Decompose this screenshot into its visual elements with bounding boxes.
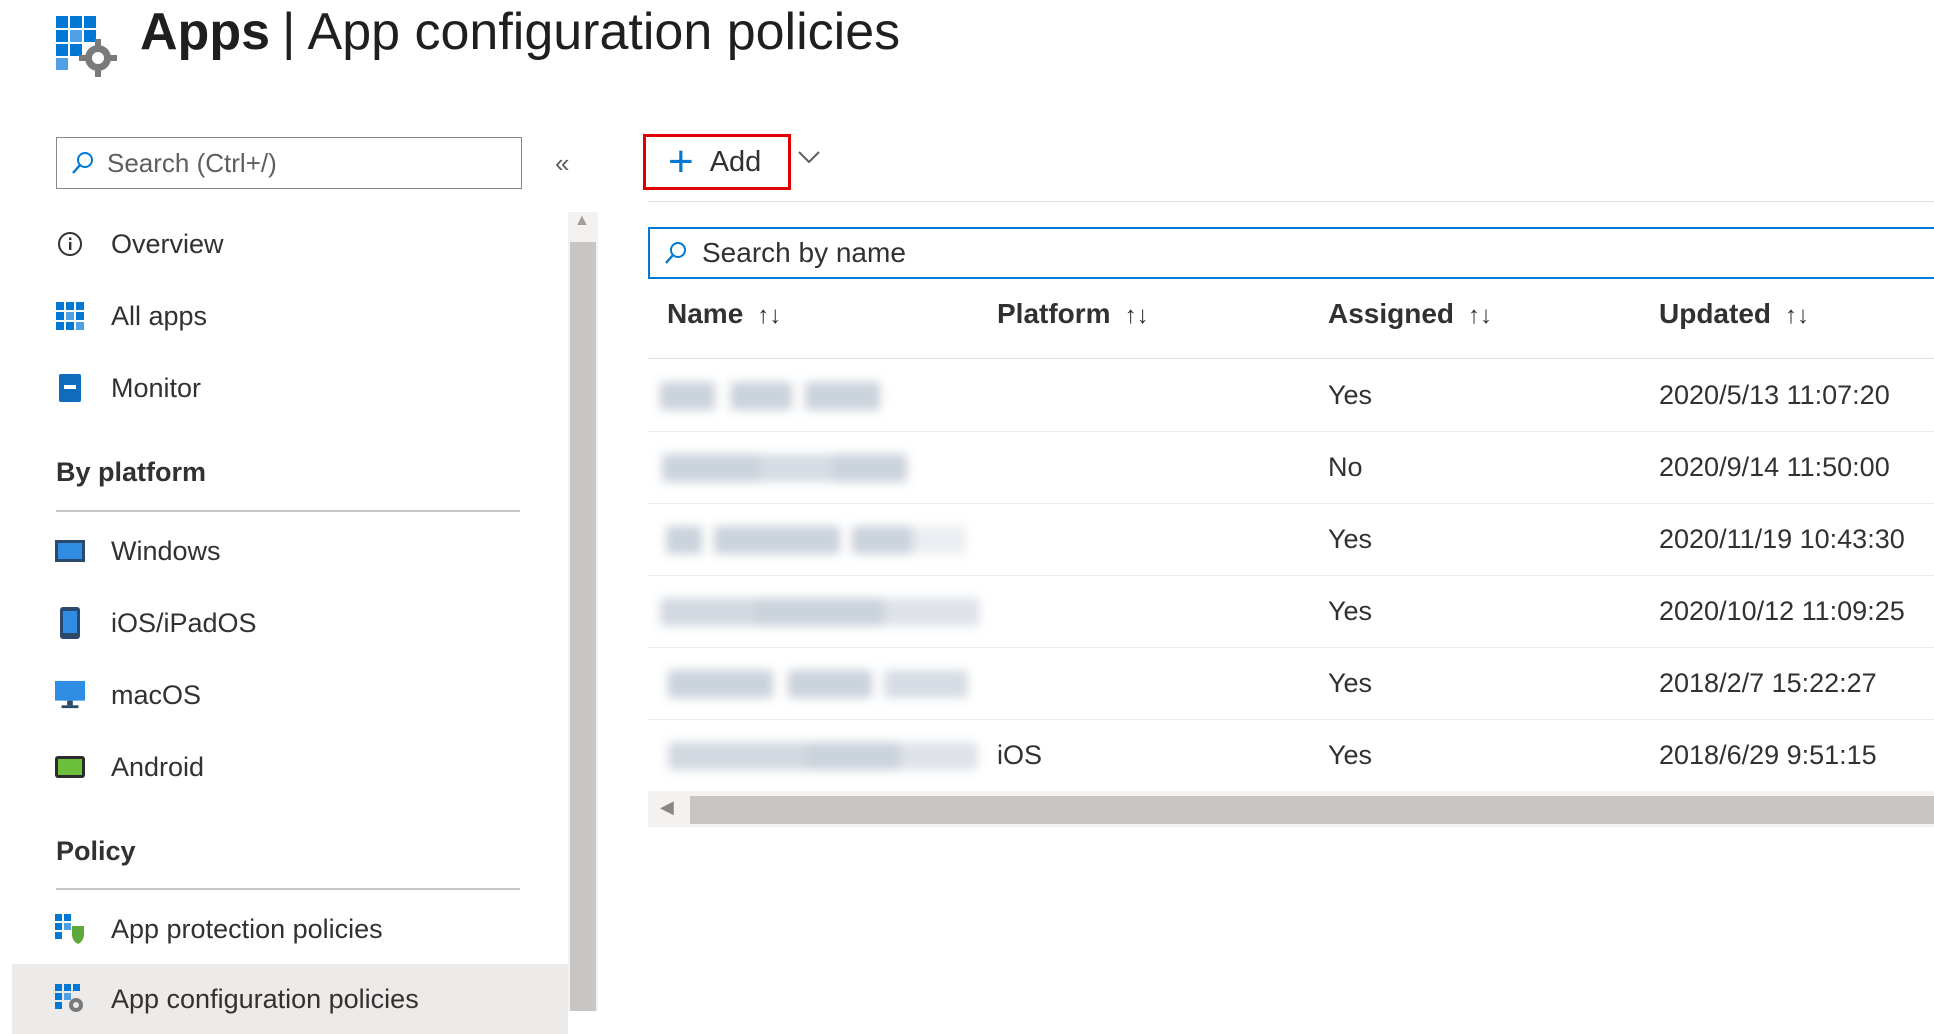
apps-config-icon (56, 14, 120, 78)
sidebar-item-label: All apps (111, 300, 208, 331)
cell-assigned: No (1328, 452, 1363, 482)
section-title-by-platform: By platform (56, 457, 207, 487)
cell-assigned: Yes (1328, 668, 1373, 698)
redacted-name (660, 382, 880, 410)
toolbar-divider (648, 201, 1934, 202)
info-icon (55, 229, 85, 259)
cell-assigned: Yes (1328, 596, 1373, 626)
column-header-label: Platform (997, 298, 1111, 329)
section-title-policy: Policy (56, 836, 136, 866)
column-header-label: Name (667, 298, 744, 329)
column-header-label: Assigned (1328, 298, 1455, 329)
cell-assigned: Yes (1328, 524, 1373, 554)
sidebar-item-overview[interactable]: Overview (12, 209, 568, 279)
sort-arrows-icon: ↑↓ (1124, 302, 1149, 329)
plus-icon: + (668, 137, 694, 186)
sidebar-item-label: App configuration policies (111, 983, 419, 1014)
column-header-label: Updated (1659, 298, 1771, 329)
section-divider (56, 510, 520, 512)
cell-updated: 2020/5/13 11:07:20 (1659, 380, 1890, 410)
page-title-app: Apps (140, 3, 270, 61)
cell-updated: 2020/11/19 10:43:30 (1659, 524, 1905, 554)
sidebar-item-windows[interactable]: Windows (12, 516, 568, 586)
column-header-assigned[interactable]: Assigned ↑↓ (1328, 298, 1492, 330)
search-icon (72, 152, 93, 174)
redacted-name (660, 598, 980, 626)
redacted-name (668, 670, 968, 698)
desktop-monitor-icon (55, 680, 85, 710)
sidebar-item-label: Monitor (111, 372, 202, 403)
cell-assigned: Yes (1328, 740, 1373, 770)
page-title: Apps | App configuration policies (140, 2, 900, 62)
column-header-updated[interactable]: Updated ↑↓ (1659, 298, 1809, 330)
add-button-label: Add (709, 145, 762, 178)
search-icon (665, 242, 686, 264)
app-configuration-icon (55, 984, 85, 1014)
monitor-book-icon (55, 373, 85, 403)
sidebar-item-label: Android (111, 751, 205, 782)
page-title-separator: | (282, 3, 296, 61)
sidebar-scrollbar-thumb[interactable] (570, 242, 596, 1011)
cell-updated: 2020/10/12 11:09:25 (1659, 596, 1905, 626)
redacted-name (662, 454, 907, 482)
grid-icon (55, 301, 85, 331)
cell-updated: 2018/2/7 15:22:27 (1659, 668, 1877, 698)
cell-platform: iOS (997, 740, 1043, 770)
sidebar-item-app-protection-policies[interactable]: App protection policies (12, 894, 568, 964)
sidebar-item-label: iOS/iPadOS (111, 607, 257, 638)
sidebar-item-app-configuration-policies[interactable]: App configuration policies (12, 964, 568, 1034)
name-search-input[interactable] (700, 236, 1604, 270)
redacted-name (668, 742, 978, 770)
sort-arrows-icon: ↑↓ (757, 302, 782, 329)
sidebar-search-box[interactable] (56, 137, 522, 189)
sidebar-item-label: Windows (111, 535, 221, 566)
windows-device-icon (55, 536, 85, 566)
cell-updated: 2020/9/14 11:50:00 (1659, 452, 1890, 482)
scroll-up-arrow-icon[interactable]: ▲ (574, 212, 590, 230)
sidebar-item-monitor[interactable]: Monitor (12, 353, 568, 423)
tablet-icon (55, 752, 85, 782)
column-header-platform[interactable]: Platform ↑↓ (997, 298, 1149, 330)
sort-arrows-icon: ↑↓ (1468, 302, 1493, 329)
cell-updated: 2018/6/29 9:51:15 (1659, 740, 1877, 770)
app-protection-icon (55, 914, 85, 944)
sort-arrows-icon: ↑↓ (1785, 302, 1809, 329)
table-row[interactable]: Yes 2018/2/7 15:22:27 (648, 648, 1934, 720)
sidebar-item-label: macOS (111, 679, 202, 710)
sidebar-item-label: App protection policies (111, 913, 383, 944)
scroll-left-arrow-icon[interactable]: ◀ (660, 797, 674, 818)
sidebar-item-ios[interactable]: iOS/iPadOS (12, 588, 568, 658)
redacted-name (666, 526, 966, 554)
section-divider (56, 888, 520, 890)
table-row[interactable]: No 2020/9/14 11:50:00 (648, 432, 1934, 504)
chevron-down-icon[interactable] (796, 144, 822, 170)
sidebar-search-input[interactable] (105, 146, 509, 180)
collapse-sidebar-button[interactable]: « (555, 148, 569, 179)
add-button[interactable]: + Add (643, 134, 791, 190)
table-row[interactable]: iOS Yes 2018/6/29 9:51:15 (648, 720, 1934, 792)
phone-icon (55, 607, 85, 639)
sidebar-item-label: Overview (111, 228, 224, 259)
table-row[interactable]: Yes 2020/11/19 10:43:30 (648, 504, 1934, 576)
cell-assigned: Yes (1328, 380, 1373, 410)
table-horizontal-scrollbar-thumb[interactable] (690, 796, 1934, 824)
table-header-divider (648, 358, 1934, 359)
name-search-box[interactable] (648, 227, 1934, 279)
page-title-page: App configuration policies (307, 3, 901, 61)
table-row[interactable]: Yes 2020/5/13 11:07:20 (648, 360, 1934, 432)
column-header-name[interactable]: Name ↑↓ (667, 298, 781, 330)
sidebar-item-macos[interactable]: macOS (12, 660, 568, 730)
table-row[interactable]: Yes 2020/10/12 11:09:25 (648, 576, 1934, 648)
sidebar-item-android[interactable]: Android (12, 732, 568, 802)
sidebar-item-all-apps[interactable]: All apps (12, 281, 568, 351)
